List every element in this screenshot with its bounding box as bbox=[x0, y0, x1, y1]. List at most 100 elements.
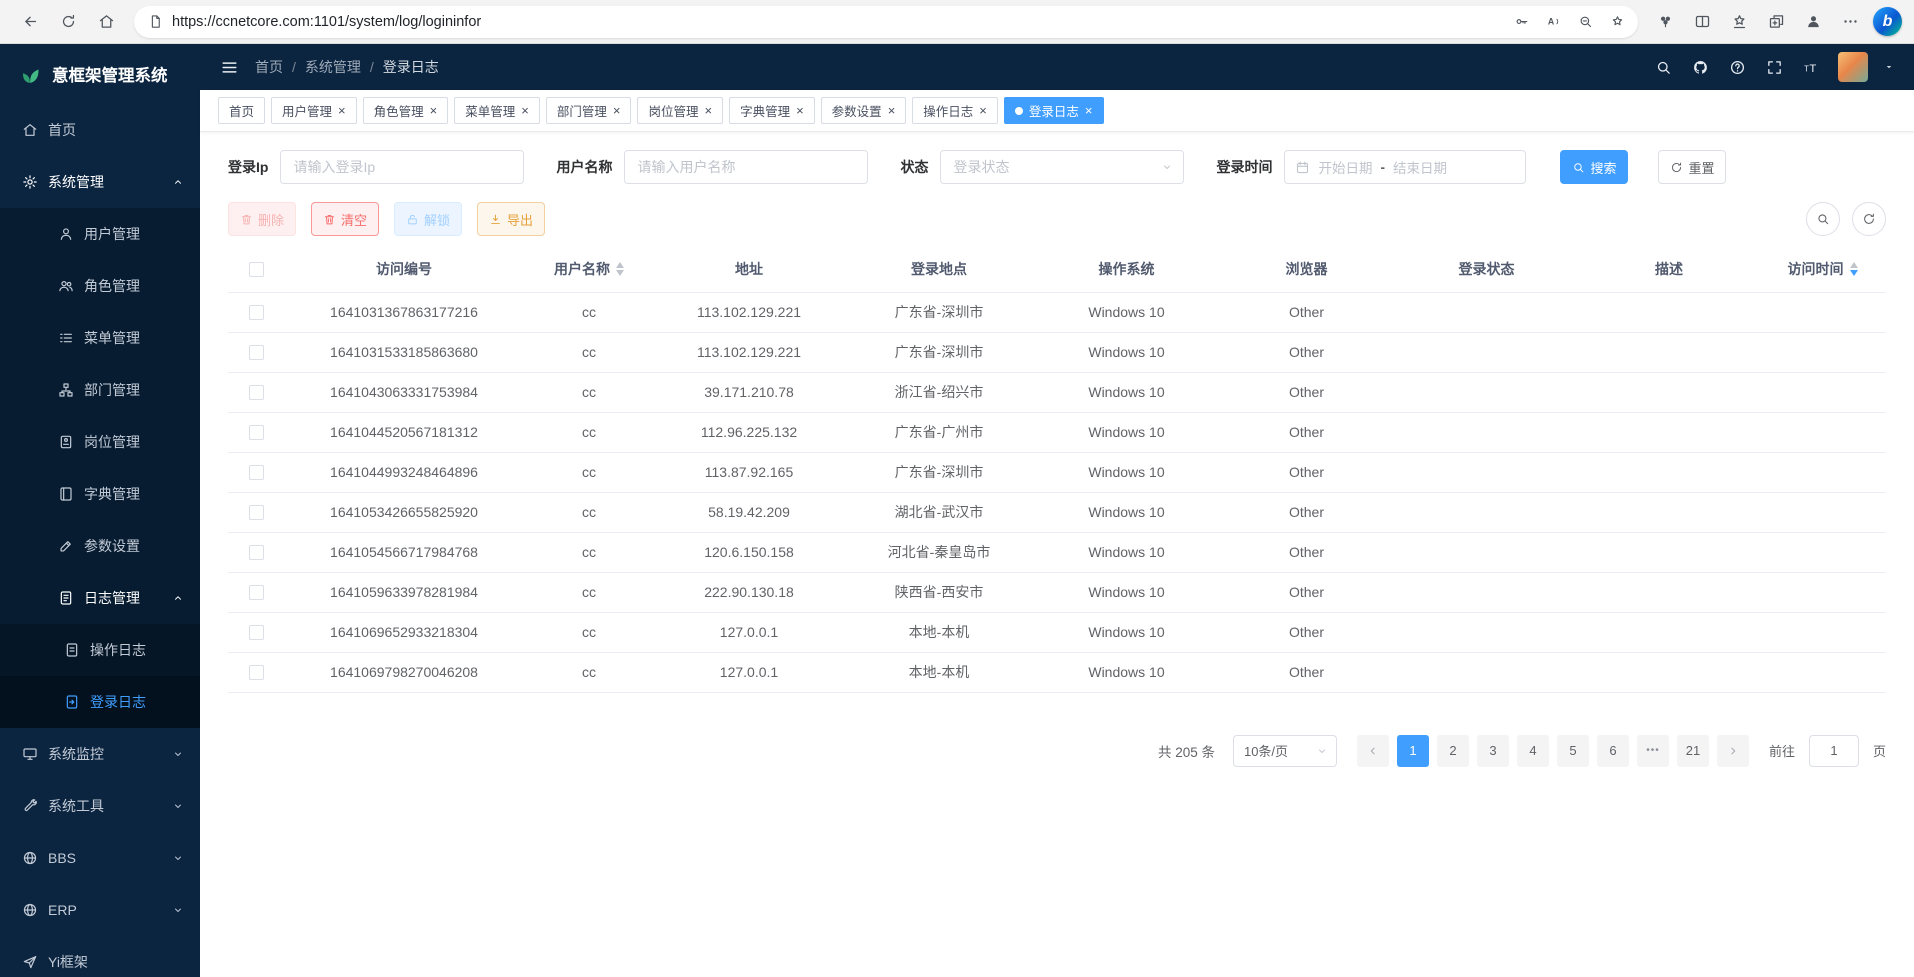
action-button-2[interactable]: 解锁 bbox=[394, 202, 462, 236]
key-button[interactable] bbox=[1506, 7, 1536, 37]
close-icon[interactable]: × bbox=[430, 104, 438, 117]
sidebar-item-13[interactable]: 系统工具 bbox=[0, 780, 200, 832]
goto-page-input[interactable] bbox=[1809, 735, 1859, 767]
back-arrow-button[interactable] bbox=[12, 4, 48, 40]
page-size-select[interactable]: 10条/页 bbox=[1233, 735, 1337, 767]
url-input[interactable] bbox=[172, 14, 1506, 30]
sidebar-item-14[interactable]: BBS bbox=[0, 832, 200, 884]
tab-chip-8[interactable]: 操作日志× bbox=[912, 97, 998, 124]
favorites-bar-button[interactable] bbox=[1722, 5, 1756, 39]
sidebar-item-4[interactable]: 菜单管理 bbox=[0, 312, 200, 364]
close-icon[interactable]: × bbox=[1085, 104, 1093, 117]
breadcrumb-item-home[interactable]: 首页 bbox=[255, 57, 283, 77]
font-size-button[interactable]: TT bbox=[1803, 59, 1820, 76]
bing-copilot-button[interactable]: b bbox=[1873, 7, 1902, 36]
shamrock-button[interactable] bbox=[1648, 5, 1682, 39]
sidebar-item-15[interactable]: ERP bbox=[0, 884, 200, 936]
sidebar-item-7[interactable]: 字典管理 bbox=[0, 468, 200, 520]
next-page-button[interactable] bbox=[1717, 735, 1749, 767]
sidebar-item-3[interactable]: 角色管理 bbox=[0, 260, 200, 312]
tab-chip-1[interactable]: 用户管理× bbox=[271, 97, 357, 124]
tab-chip-7[interactable]: 参数设置× bbox=[821, 97, 907, 124]
sidebar-item-2[interactable]: 用户管理 bbox=[0, 208, 200, 260]
username-filter-input[interactable] bbox=[624, 150, 868, 184]
page-button-1[interactable]: 1 bbox=[1397, 735, 1429, 767]
close-icon[interactable]: × bbox=[704, 104, 712, 117]
home-button[interactable] bbox=[88, 4, 124, 40]
reload-button[interactable] bbox=[50, 4, 86, 40]
close-icon[interactable]: × bbox=[338, 104, 346, 117]
sidebar-item-8[interactable]: 参数设置 bbox=[0, 520, 200, 572]
search-button[interactable] bbox=[1655, 59, 1672, 76]
tab-chip-9[interactable]: 登录日志× bbox=[1004, 97, 1104, 124]
tab-chip-5[interactable]: 岗位管理× bbox=[637, 97, 723, 124]
hamburger-icon[interactable] bbox=[220, 58, 239, 77]
row-checkbox[interactable] bbox=[249, 625, 264, 640]
ip-filter-input[interactable] bbox=[280, 150, 524, 184]
row-checkbox[interactable] bbox=[249, 585, 264, 600]
search-tool-button[interactable] bbox=[1806, 202, 1840, 236]
sidebar-item-5[interactable]: 部门管理 bbox=[0, 364, 200, 416]
page-button-5[interactable]: 5 bbox=[1557, 735, 1589, 767]
profile-button[interactable] bbox=[1796, 5, 1830, 39]
row-checkbox[interactable] bbox=[249, 305, 264, 320]
sort-carets[interactable] bbox=[616, 262, 624, 276]
site-info-icon[interactable] bbox=[148, 14, 163, 29]
tab-chip-3[interactable]: 菜单管理× bbox=[454, 97, 540, 124]
action-button-3[interactable]: 导出 bbox=[477, 202, 545, 236]
more-horizontal-button[interactable] bbox=[1833, 5, 1867, 39]
prev-page-button[interactable] bbox=[1357, 735, 1389, 767]
tab-chip-6[interactable]: 字典管理× bbox=[729, 97, 815, 124]
sidebar-item-10[interactable]: 操作日志 bbox=[0, 624, 200, 676]
zoom-out-button[interactable] bbox=[1570, 7, 1600, 37]
row-checkbox[interactable] bbox=[249, 465, 264, 480]
login-time-range-picker[interactable]: 开始日期 - 结束日期 bbox=[1284, 150, 1526, 184]
read-aloud-button[interactable]: A bbox=[1538, 7, 1568, 37]
split-screen-button[interactable] bbox=[1685, 5, 1719, 39]
action-button-0[interactable]: 删除 bbox=[228, 202, 296, 236]
close-icon[interactable]: × bbox=[979, 104, 987, 117]
status-filter-select[interactable]: 登录状态 bbox=[940, 150, 1184, 184]
refresh-tool-button[interactable] bbox=[1852, 202, 1886, 236]
sidebar-item-16[interactable]: Yi框架 bbox=[0, 936, 200, 977]
page-button-21[interactable]: 21 bbox=[1677, 735, 1709, 767]
row-checkbox[interactable] bbox=[249, 545, 264, 560]
column-header-1[interactable]: 用户名称 bbox=[524, 246, 654, 292]
end-date-placeholder[interactable]: 结束日期 bbox=[1393, 157, 1447, 177]
breadcrumb-item-system[interactable]: 系统管理 bbox=[305, 57, 361, 77]
page-button-6[interactable]: 6 bbox=[1597, 735, 1629, 767]
sidebar-item-0[interactable]: 首页 bbox=[0, 104, 200, 156]
favorites-add-button[interactable] bbox=[1602, 7, 1632, 37]
page-button-4[interactable]: 4 bbox=[1517, 735, 1549, 767]
close-icon[interactable]: × bbox=[888, 104, 896, 117]
address-bar[interactable]: A bbox=[134, 6, 1638, 38]
row-checkbox[interactable] bbox=[249, 345, 264, 360]
sidebar-item-12[interactable]: 系统监控 bbox=[0, 728, 200, 780]
question-button[interactable] bbox=[1729, 59, 1746, 76]
page-button-3[interactable]: 3 bbox=[1477, 735, 1509, 767]
action-button-1[interactable]: 清空 bbox=[311, 202, 379, 236]
close-icon[interactable]: × bbox=[613, 104, 621, 117]
github-button[interactable] bbox=[1692, 59, 1709, 76]
tab-chip-2[interactable]: 角色管理× bbox=[363, 97, 449, 124]
select-all-checkbox[interactable] bbox=[249, 262, 264, 277]
caret-down-icon[interactable] bbox=[1884, 62, 1894, 72]
column-header-8[interactable]: 访问时间 bbox=[1759, 246, 1886, 292]
reset-button[interactable]: 重置 bbox=[1658, 150, 1726, 184]
close-icon[interactable]: × bbox=[521, 104, 529, 117]
sidebar-item-1[interactable]: 系统管理 bbox=[0, 156, 200, 208]
row-checkbox[interactable] bbox=[249, 385, 264, 400]
user-avatar[interactable] bbox=[1838, 52, 1868, 82]
row-checkbox[interactable] bbox=[249, 505, 264, 520]
sidebar-item-9[interactable]: 日志管理 bbox=[0, 572, 200, 624]
search-button[interactable]: 搜索 bbox=[1560, 150, 1628, 184]
tab-chip-4[interactable]: 部门管理× bbox=[546, 97, 632, 124]
sort-carets[interactable] bbox=[1850, 262, 1858, 276]
collections-button[interactable] bbox=[1759, 5, 1793, 39]
start-date-placeholder[interactable]: 开始日期 bbox=[1318, 157, 1372, 177]
tab-chip-0[interactable]: 首页 bbox=[218, 97, 265, 124]
page-button-2[interactable]: 2 bbox=[1437, 735, 1469, 767]
close-icon[interactable]: × bbox=[796, 104, 804, 117]
sidebar-item-6[interactable]: 岗位管理 bbox=[0, 416, 200, 468]
more-pages-button[interactable]: ••• bbox=[1637, 735, 1669, 767]
